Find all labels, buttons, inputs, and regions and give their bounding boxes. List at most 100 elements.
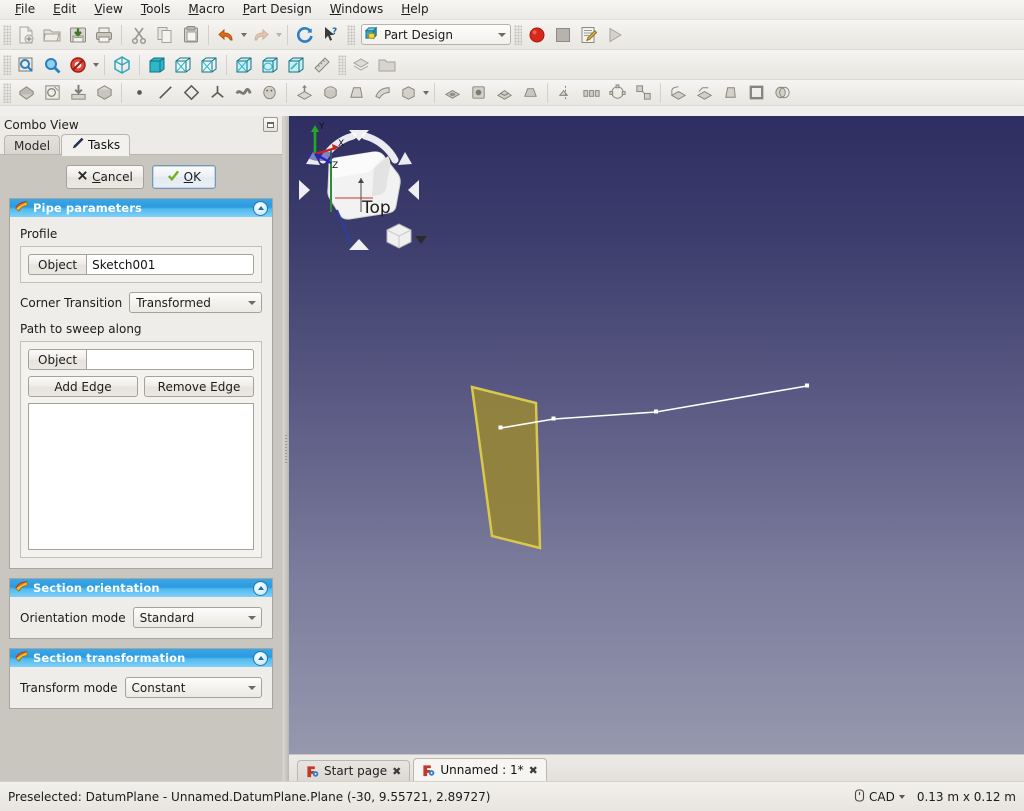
group-section-orientation-header[interactable]: Section orientation — [10, 579, 272, 597]
menu-tools[interactable]: Tools — [132, 0, 180, 19]
macro-stop-button[interactable] — [550, 22, 576, 48]
workbench-stack-button[interactable] — [348, 52, 374, 78]
linear-pattern-button[interactable] — [578, 80, 604, 106]
additive-primitive-dropdown-arrow[interactable] — [421, 80, 430, 106]
tab-start-page[interactable]: Start page ✖ — [297, 760, 410, 781]
collapse-icon[interactable] — [253, 581, 268, 596]
fillet-button[interactable] — [665, 80, 691, 106]
fit-all-button[interactable] — [39, 52, 65, 78]
profile-object-field[interactable]: Sketch001 — [86, 254, 254, 275]
group-pipe-parameters-header[interactable]: Pipe parameters — [10, 199, 272, 217]
right-view-button[interactable] — [196, 52, 222, 78]
draw-style-dropdown-arrow[interactable] — [91, 52, 100, 78]
menu-windows[interactable]: Windows — [321, 0, 393, 19]
float-dock-button[interactable] — [263, 117, 278, 132]
open-document-button[interactable] — [39, 22, 65, 48]
pad-button[interactable] — [291, 80, 317, 106]
corner-transition-select[interactable]: Transformed — [129, 292, 262, 313]
close-icon[interactable]: ✖ — [392, 766, 401, 777]
thickness-button[interactable] — [743, 80, 769, 106]
refresh-button[interactable] — [292, 22, 318, 48]
tab-tasks[interactable]: Tasks — [61, 134, 130, 155]
draw-style-button[interactable] — [65, 52, 91, 78]
paste-button[interactable] — [178, 22, 204, 48]
toolbar-grip[interactable] — [3, 83, 11, 103]
menu-edit[interactable]: Edit — [44, 0, 85, 19]
undo-button[interactable] — [213, 22, 239, 48]
clone-button[interactable] — [256, 80, 282, 106]
path-object-field[interactable] — [86, 349, 254, 370]
path-object-button[interactable]: Object — [28, 349, 86, 370]
additive-loft-button[interactable] — [343, 80, 369, 106]
datum-plane-button[interactable] — [178, 80, 204, 106]
front-view-button[interactable] — [144, 52, 170, 78]
add-edge-button[interactable]: Add Edge — [28, 376, 138, 397]
create-sketch-button[interactable] — [39, 80, 65, 106]
multitransform-button[interactable] — [630, 80, 656, 106]
axonometric-view-button[interactable] — [109, 52, 135, 78]
collapse-icon[interactable] — [253, 201, 268, 216]
rear-view-button[interactable] — [231, 52, 257, 78]
toolbar-grip[interactable] — [3, 55, 11, 75]
redo-dropdown-arrow[interactable] — [274, 22, 283, 48]
left-view-button[interactable] — [283, 52, 309, 78]
menu-part-design[interactable]: Part Design — [234, 0, 321, 19]
whats-this-button[interactable]: ? — [318, 22, 344, 48]
additive-primitive-button[interactable] — [395, 80, 421, 106]
undo-dropdown-arrow[interactable] — [239, 22, 248, 48]
collapse-icon[interactable] — [253, 651, 268, 666]
local-coordinate-button[interactable] — [204, 80, 230, 106]
fit-selection-button[interactable] — [13, 52, 39, 78]
subtractive-loft-button[interactable] — [517, 80, 543, 106]
shapebinder-button[interactable] — [230, 80, 256, 106]
macro-execute-button[interactable] — [602, 22, 628, 48]
redo-button[interactable] — [248, 22, 274, 48]
tab-unnamed-document[interactable]: Unnamed : 1* ✖ — [413, 758, 547, 781]
attach-sketch-button[interactable] — [65, 80, 91, 106]
hole-button[interactable] — [465, 80, 491, 106]
cancel-button[interactable]: Cancel — [66, 165, 144, 189]
copy-button[interactable] — [152, 22, 178, 48]
macro-record-button[interactable] — [524, 22, 550, 48]
revolution-button[interactable] — [317, 80, 343, 106]
boolean-button[interactable] — [769, 80, 795, 106]
create-group-button[interactable] — [374, 52, 400, 78]
orientation-mode-select[interactable]: Standard — [133, 607, 262, 628]
cut-button[interactable] — [126, 22, 152, 48]
remove-edge-button[interactable]: Remove Edge — [144, 376, 254, 397]
top-view-button[interactable] — [170, 52, 196, 78]
datum-line-button[interactable] — [152, 80, 178, 106]
toolbar-grip[interactable] — [347, 25, 355, 45]
create-body-button[interactable] — [13, 80, 39, 106]
menu-view[interactable]: View — [85, 0, 131, 19]
profile-object-button[interactable]: Object — [28, 254, 86, 275]
toolbar-grip[interactable] — [3, 25, 11, 45]
toolbar-grip[interactable] — [338, 55, 346, 75]
toolbar-grip[interactable] — [514, 25, 522, 45]
mirrored-button[interactable] — [552, 80, 578, 106]
transform-mode-select[interactable]: Constant — [125, 677, 262, 698]
polar-pattern-button[interactable] — [604, 80, 630, 106]
workbench-selector[interactable]: Part Design — [361, 24, 511, 45]
menu-macro[interactable]: Macro — [179, 0, 233, 19]
additive-pipe-button[interactable] — [369, 80, 395, 106]
bottom-view-button[interactable] — [257, 52, 283, 78]
create-datum-button[interactable] — [91, 80, 117, 106]
groove-button[interactable] — [491, 80, 517, 106]
new-document-button[interactable] — [13, 22, 39, 48]
menu-file[interactable]: File — [6, 0, 44, 19]
pocket-button[interactable] — [439, 80, 465, 106]
unit-system-selector[interactable]: CAD — [854, 789, 905, 805]
close-icon[interactable]: ✖ — [529, 765, 538, 776]
group-section-transformation-header[interactable]: Section transformation — [10, 649, 272, 667]
tab-model[interactable]: Model — [4, 135, 60, 155]
chamfer-button[interactable] — [691, 80, 717, 106]
draft-button[interactable] — [717, 80, 743, 106]
edge-list[interactable] — [28, 403, 254, 550]
print-button[interactable] — [91, 22, 117, 48]
save-document-button[interactable] — [65, 22, 91, 48]
datum-point-button[interactable] — [126, 80, 152, 106]
3d-viewport[interactable]: Top — [289, 116, 1024, 754]
ok-button[interactable]: OK — [152, 165, 216, 189]
measure-button[interactable] — [309, 52, 335, 78]
